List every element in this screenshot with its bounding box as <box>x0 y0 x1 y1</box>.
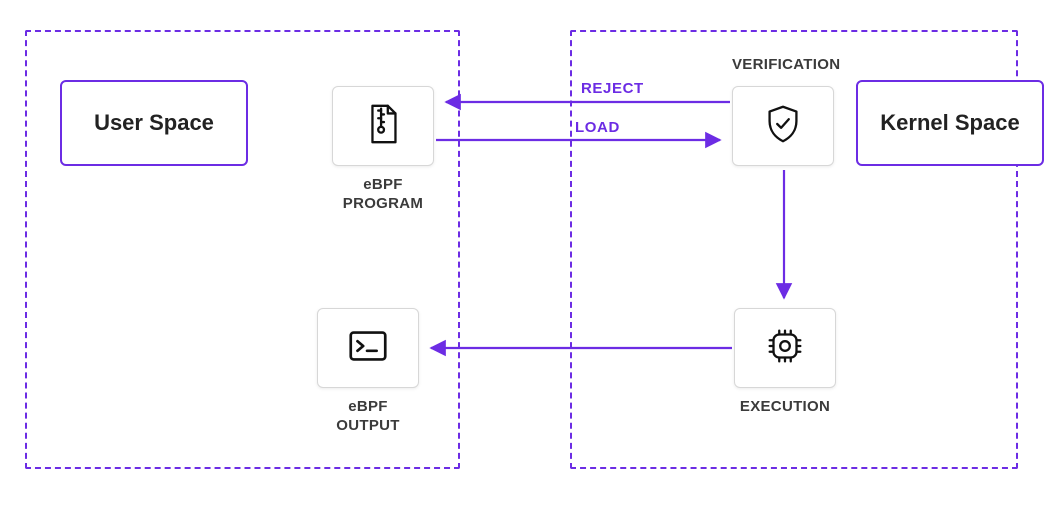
zip-file-icon <box>360 101 406 152</box>
diagram-stage: User Space Kernel Space REJECT LOAD <box>0 0 1047 511</box>
node-ebpf-program <box>332 86 434 166</box>
node-ebpf-output <box>317 308 419 388</box>
node-verification <box>732 86 834 166</box>
node-ebpf-output-label: eBPF OUTPUT <box>317 398 419 436</box>
shield-check-icon <box>760 101 806 152</box>
node-execution <box>734 308 836 388</box>
node-verification-label: VERIFICATION <box>732 56 858 75</box>
cpu-chip-icon <box>762 323 808 374</box>
arrows-layer <box>0 0 1047 511</box>
terminal-icon <box>345 323 391 374</box>
arrow-load-label: LOAD <box>575 119 620 136</box>
arrow-reject-label: REJECT <box>581 80 644 97</box>
node-ebpf-program-label: eBPF PROGRAM <box>332 176 434 214</box>
node-execution-label: EXECUTION <box>734 398 836 417</box>
